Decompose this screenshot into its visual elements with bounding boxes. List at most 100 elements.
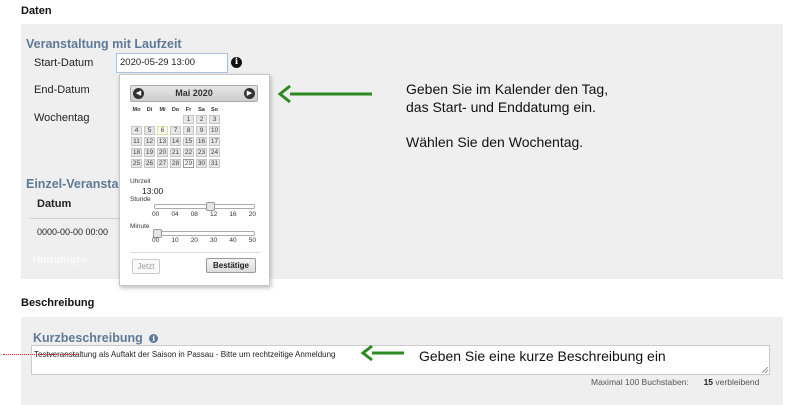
slider-tick-label: 20 — [190, 237, 198, 244]
calendar-grid: Mo Di Mi Do Fr Sa So 1 2 3 4 5 6 7 8 9 10 11 12 13 14 15 16 17… — [129, 104, 222, 170]
section-heading-beschreibung: Beschreibung — [21, 297, 95, 309]
calendar-day[interactable]: 14 — [170, 137, 181, 146]
slider-tick-label: 20 — [248, 211, 256, 218]
prev-month-icon[interactable]: ◀ — [133, 88, 144, 99]
short-description-text: Testveranstaltung als Auftakt der Saison… — [34, 350, 336, 359]
calendar-day[interactable]: 17 — [209, 137, 220, 146]
weekday-header: Fr — [185, 106, 192, 113]
calendar-day[interactable]: 10 — [209, 126, 220, 135]
calendar-day[interactable]: 23 — [196, 148, 207, 157]
minute-label: Minute — [130, 223, 150, 230]
event-date-value[interactable]: 0000-00-00 00:00 — [37, 227, 108, 237]
datepicker-header: Mai 2020 ◀ ▶ — [130, 85, 258, 102]
divider — [130, 252, 261, 253]
time-value: 13:00 — [142, 186, 164, 196]
kurz-legend-label: Kurzbeschreibung — [33, 331, 143, 345]
start-date-label: Start-Datum — [34, 57, 94, 69]
hour-slider-handle[interactable] — [205, 202, 215, 211]
laufzeit-legend: Veranstaltung mit Laufzeit — [26, 37, 182, 51]
section-heading-daten: Daten — [21, 5, 52, 17]
calendar-day[interactable]: 2 — [196, 115, 207, 124]
calendar-day[interactable]: 5 — [144, 126, 155, 135]
slider-tick-label: 04 — [171, 211, 179, 218]
slider-tick-label: 00 — [152, 237, 160, 244]
calendar-day[interactable]: 22 — [183, 148, 194, 157]
weekday-header: Sa — [198, 106, 205, 113]
weekday-header: Mo — [132, 106, 141, 113]
calendar-day[interactable]: 19 — [144, 148, 155, 157]
divider — [30, 218, 122, 219]
column-header-datum: Datum — [37, 198, 72, 210]
next-month-icon[interactable]: ▶ — [244, 88, 255, 99]
calendar-day[interactable]: 16 — [196, 137, 207, 146]
calendar-day[interactable]: 9 — [196, 126, 207, 135]
calendar-day[interactable]: 8 — [183, 126, 194, 135]
info-icon[interactable]: i — [149, 334, 159, 343]
add-button[interactable]: Hinzufügen — [33, 255, 87, 266]
annotation-arrow-icon — [277, 84, 372, 104]
calendar-day[interactable]: 4 — [131, 126, 142, 135]
calendar-day[interactable]: 1 — [183, 115, 194, 124]
calendar-day[interactable]: 26 — [144, 159, 155, 168]
time-label: Uhrzeit — [130, 178, 151, 185]
hour-label: Stunde — [130, 196, 151, 203]
weekday-header: Mi — [159, 106, 166, 113]
calendar-day[interactable]: 6 — [157, 126, 168, 135]
calendar-day[interactable]: 11 — [131, 137, 142, 146]
calendar-day[interactable]: 3 — [209, 115, 220, 124]
annotation-weekday: Wählen Sie den Wochentag. — [406, 134, 584, 150]
calendar-day[interactable]: 13 — [157, 137, 168, 146]
resize-handle-icon[interactable] — [762, 367, 768, 373]
calendar-day[interactable]: 20 — [157, 148, 168, 157]
calendar-day[interactable]: 31 — [209, 159, 220, 168]
annotation-description: Geben Sie eine kurze Beschreibung ein — [419, 348, 666, 364]
minute-ticks: 00 10 20 30 40 50 — [152, 237, 256, 244]
slider-tick-label: 50 — [248, 237, 256, 244]
minute-slider[interactable] — [154, 231, 255, 236]
char-counter-suffix: verbleibend — [715, 377, 760, 387]
calendar-day[interactable]: 24 — [209, 148, 220, 157]
weekday-label: Wochentag — [34, 112, 90, 124]
slider-tick-label: 08 — [190, 211, 198, 218]
month-title: Mai 2020 — [175, 88, 213, 98]
calendar-day[interactable]: 29 — [183, 159, 194, 168]
calendar-day[interactable]: 18 — [131, 148, 142, 157]
annotation-calendar-line2: das Start- und Enddatumg ein. — [406, 99, 596, 115]
einzel-legend: Einzel-Veranstaltu — [26, 177, 134, 191]
now-button[interactable]: Jetzt — [132, 259, 160, 274]
start-date-input[interactable]: 2020-05-29 13:00 — [116, 53, 228, 73]
end-date-label: End-Datum — [34, 84, 90, 96]
empty-day-cell — [144, 115, 155, 124]
calendar-day[interactable]: 27 — [157, 159, 168, 168]
weekday-header: Di — [146, 106, 153, 113]
hour-slider[interactable] — [154, 204, 255, 209]
slider-tick-label: 40 — [229, 237, 237, 244]
slider-tick-label: 10 — [171, 237, 179, 244]
calendar-day[interactable]: 12 — [144, 137, 155, 146]
char-counter-label: Maximal 100 Buchstaben: — [591, 377, 689, 387]
char-counter: Maximal 100 Buchstaben: 15 verbleibend — [591, 377, 759, 387]
slider-tick-label: 16 — [229, 211, 237, 218]
empty-day-cell — [157, 115, 168, 124]
char-counter-value: 15 — [703, 377, 714, 387]
kurz-legend: Kurzbeschreibung i — [33, 331, 159, 345]
annotation-calendar-line1: Geben Sie im Kalender den Tag, — [406, 81, 609, 97]
info-icon[interactable]: i — [231, 57, 242, 68]
slider-tick-label: 12 — [210, 211, 218, 218]
hour-ticks: 00 04 08 12 16 20 — [152, 211, 256, 218]
calendar-day[interactable]: 30 — [196, 159, 207, 168]
datepicker-popup: Mai 2020 ◀ ▶ Mo Di Mi Do Fr Sa So 1 2 3 4 5 6 7 8 9 10 1… — [119, 74, 270, 286]
weekday-header: Do — [171, 106, 180, 113]
calendar-day[interactable]: 7 — [170, 126, 181, 135]
annotation-arrow-icon — [360, 344, 404, 362]
calendar-day[interactable]: 15 — [183, 137, 194, 146]
calendar-day[interactable]: 21 — [170, 148, 181, 157]
confirm-button[interactable]: Bestätige — [206, 258, 256, 273]
slider-tick-label: 30 — [210, 237, 218, 244]
calendar-day[interactable]: 28 — [170, 159, 181, 168]
weekday-header: So — [210, 106, 219, 113]
slider-tick-label: 00 — [152, 211, 160, 218]
calendar-day[interactable]: 25 — [131, 159, 142, 168]
empty-day-cell — [131, 115, 142, 124]
empty-day-cell — [170, 115, 181, 124]
